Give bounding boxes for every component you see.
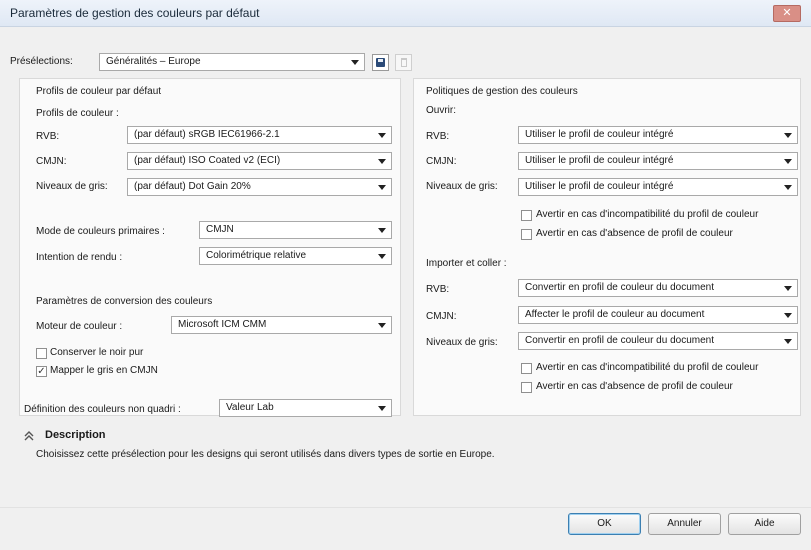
chevron-down-icon xyxy=(378,159,386,164)
map-gray-cmyk-checkbox[interactable]: ✓ xyxy=(36,366,47,377)
rgb-profile-value: (par défaut) sRGB IEC61966-2.1 xyxy=(134,129,280,140)
presets-dropdown[interactable]: Généralités – Europe xyxy=(99,53,365,71)
footer-divider xyxy=(0,507,811,508)
chevron-down-icon xyxy=(378,406,386,411)
open-gray-dropdown[interactable]: Utiliser le profil de couleur intégré xyxy=(518,178,798,196)
import-cmyk-dropdown[interactable]: Affecter le profil de couleur au documen… xyxy=(518,306,798,324)
color-engine-dropdown[interactable]: Microsoft ICM CMM xyxy=(171,316,392,334)
map-gray-cmyk-label: Mapper le gris en CMJN xyxy=(50,365,158,376)
gray-profile-value: (par défaut) Dot Gain 20% xyxy=(134,181,251,192)
chevron-down-icon xyxy=(784,185,792,190)
import-gray-dropdown[interactable]: Convertir en profil de couleur du docume… xyxy=(518,332,798,350)
cmyk-profile-value: (par défaut) ISO Coated v2 (ECI) xyxy=(134,155,281,166)
help-button[interactable]: Aide xyxy=(728,513,801,535)
import-warn-mismatch-checkbox[interactable] xyxy=(521,363,532,374)
gray-profile-label: Niveaux de gris: xyxy=(36,181,108,192)
import-gray-value: Convertir en profil de couleur du docume… xyxy=(525,335,714,346)
rgb-profile-label: RVB: xyxy=(36,131,60,142)
open-warn-missing-checkbox[interactable] xyxy=(521,229,532,240)
chevron-down-icon xyxy=(378,254,386,259)
chevron-down-icon xyxy=(378,228,386,233)
dialog-title: Paramètres de gestion des couleurs par d… xyxy=(10,6,260,20)
open-cmyk-label: CMJN: xyxy=(426,156,457,167)
cancel-button[interactable]: Annuler xyxy=(648,513,721,535)
save-preset-button[interactable] xyxy=(372,54,389,71)
close-button[interactable]: ✕ xyxy=(773,5,801,22)
import-cmyk-value: Affecter le profil de couleur au documen… xyxy=(525,309,705,320)
open-rgb-value: Utiliser le profil de couleur intégré xyxy=(525,129,674,140)
keep-pure-black-label: Conserver le noir pur xyxy=(50,347,144,358)
keep-pure-black-checkbox[interactable] xyxy=(36,348,47,359)
floppy-disk-icon xyxy=(376,58,385,67)
import-warn-mismatch-label: Avertir en cas d'incompatibilité du prof… xyxy=(536,362,759,373)
open-warn-missing-label: Avertir en cas d'absence de profil de co… xyxy=(536,228,733,239)
open-gray-value: Utiliser le profil de couleur intégré xyxy=(525,181,674,192)
chevron-down-icon xyxy=(378,185,386,190)
spot-color-label: Définition des couleurs non quadri : xyxy=(24,404,181,415)
cmyk-profile-label: CMJN: xyxy=(36,156,67,167)
import-rgb-label: RVB: xyxy=(426,284,450,295)
color-policies-title: Politiques de gestion des couleurs xyxy=(426,86,578,97)
delete-preset-button[interactable] xyxy=(395,54,412,71)
conversion-title: Paramètres de conversion des couleurs xyxy=(36,296,213,307)
chevron-down-icon xyxy=(351,60,359,65)
rgb-profile-dropdown[interactable]: (par défaut) sRGB IEC61966-2.1 xyxy=(127,126,392,144)
open-warn-mismatch-label: Avertir en cas d'incompatibilité du prof… xyxy=(536,209,759,220)
chevron-down-icon xyxy=(784,286,792,291)
import-rgb-dropdown[interactable]: Convertir en profil de couleur du docume… xyxy=(518,279,798,297)
open-warn-mismatch-checkbox[interactable] xyxy=(521,210,532,221)
cmyk-profile-dropdown[interactable]: (par défaut) ISO Coated v2 (ECI) xyxy=(127,152,392,170)
primary-mode-dropdown[interactable]: CMJN xyxy=(199,221,392,239)
open-cmyk-value: Utiliser le profil de couleur intégré xyxy=(525,155,674,166)
chevron-down-icon xyxy=(378,323,386,328)
rendering-intent-value: Colorimétrique relative xyxy=(206,250,307,261)
primary-mode-label: Mode de couleurs primaires : xyxy=(36,226,165,237)
open-cmyk-dropdown[interactable]: Utiliser le profil de couleur intégré xyxy=(518,152,798,170)
chevron-down-icon xyxy=(784,339,792,344)
open-rgb-label: RVB: xyxy=(426,131,450,142)
double-chevron-up-icon[interactable] xyxy=(23,430,35,442)
presets-value: Généralités – Europe xyxy=(106,56,201,67)
chevron-down-icon xyxy=(784,133,792,138)
spot-color-value: Valeur Lab xyxy=(226,402,274,413)
ok-button[interactable]: OK xyxy=(568,513,641,535)
import-warn-missing-checkbox[interactable] xyxy=(521,382,532,393)
spot-color-dropdown[interactable]: Valeur Lab xyxy=(219,399,392,417)
open-gray-label: Niveaux de gris: xyxy=(426,181,498,192)
import-warn-missing-label: Avertir en cas d'absence de profil de co… xyxy=(536,381,733,392)
import-gray-label: Niveaux de gris: xyxy=(426,337,498,348)
checkmark-icon: ✓ xyxy=(37,366,46,377)
primary-mode-value: CMJN xyxy=(206,224,234,235)
profiles-heading: Profils de couleur : xyxy=(36,108,119,119)
open-rgb-dropdown[interactable]: Utiliser le profil de couleur intégré xyxy=(518,126,798,144)
description-text: Choisissez cette présélection pour les d… xyxy=(36,449,495,460)
gray-profile-dropdown[interactable]: (par défaut) Dot Gain 20% xyxy=(127,178,392,196)
import-rgb-value: Convertir en profil de couleur du docume… xyxy=(525,282,714,293)
chevron-down-icon xyxy=(784,159,792,164)
import-heading: Importer et coller : xyxy=(426,258,507,269)
trash-icon xyxy=(401,58,407,67)
chevron-down-icon xyxy=(378,133,386,138)
rendering-intent-dropdown[interactable]: Colorimétrique relative xyxy=(199,247,392,265)
chevron-down-icon xyxy=(784,313,792,318)
open-heading: Ouvrir: xyxy=(426,105,456,116)
rendering-intent-label: Intention de rendu : xyxy=(36,252,123,263)
presets-label: Présélections: xyxy=(10,56,73,67)
color-engine-value: Microsoft ICM CMM xyxy=(178,319,267,330)
import-cmyk-label: CMJN: xyxy=(426,311,457,322)
default-profiles-title: Profils de couleur par défaut xyxy=(36,86,162,97)
description-title: Description xyxy=(45,429,106,441)
color-engine-label: Moteur de couleur : xyxy=(36,321,123,332)
